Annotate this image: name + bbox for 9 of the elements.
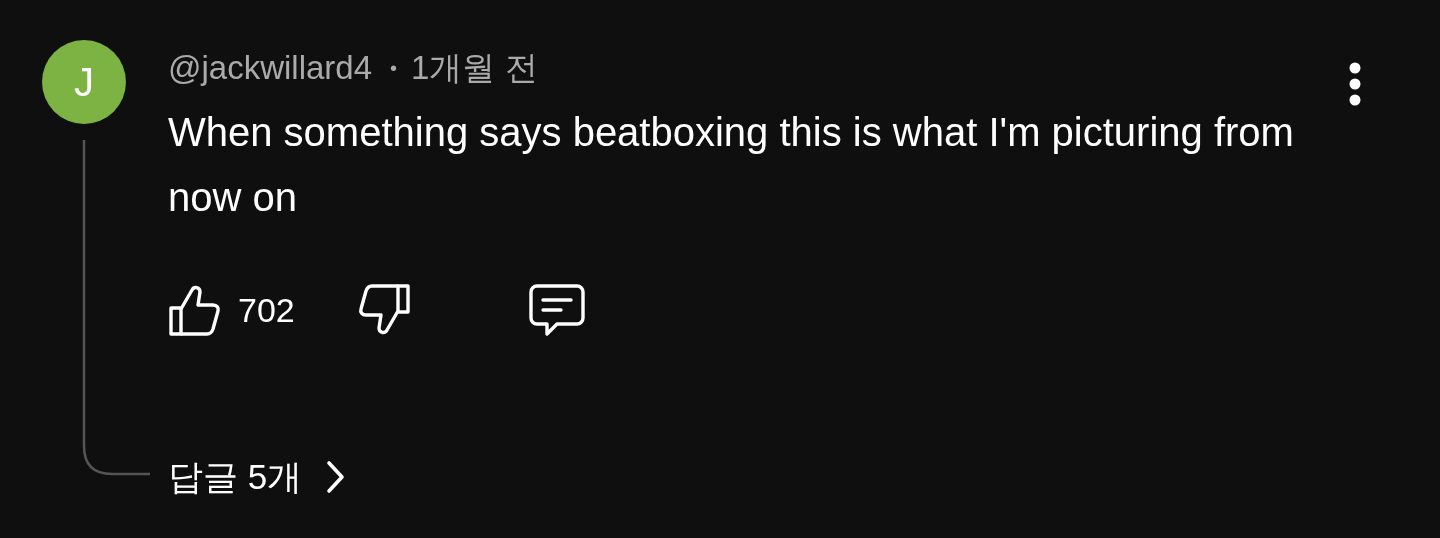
chevron-right-icon [324, 459, 347, 495]
comment-time: 1개월 전 [411, 47, 538, 88]
comment-text: When something says beatboxing this is what I'm picturing from now on [168, 109, 1295, 221]
separator-dot: • [390, 56, 398, 80]
replies-toggle[interactable]: 답글 5개 [168, 452, 347, 502]
comment-icon [526, 282, 587, 338]
author-name[interactable]: @jackwillard4 [168, 49, 373, 87]
like-count: 702 [238, 290, 295, 330]
more-menu-icon[interactable] [1348, 62, 1362, 106]
